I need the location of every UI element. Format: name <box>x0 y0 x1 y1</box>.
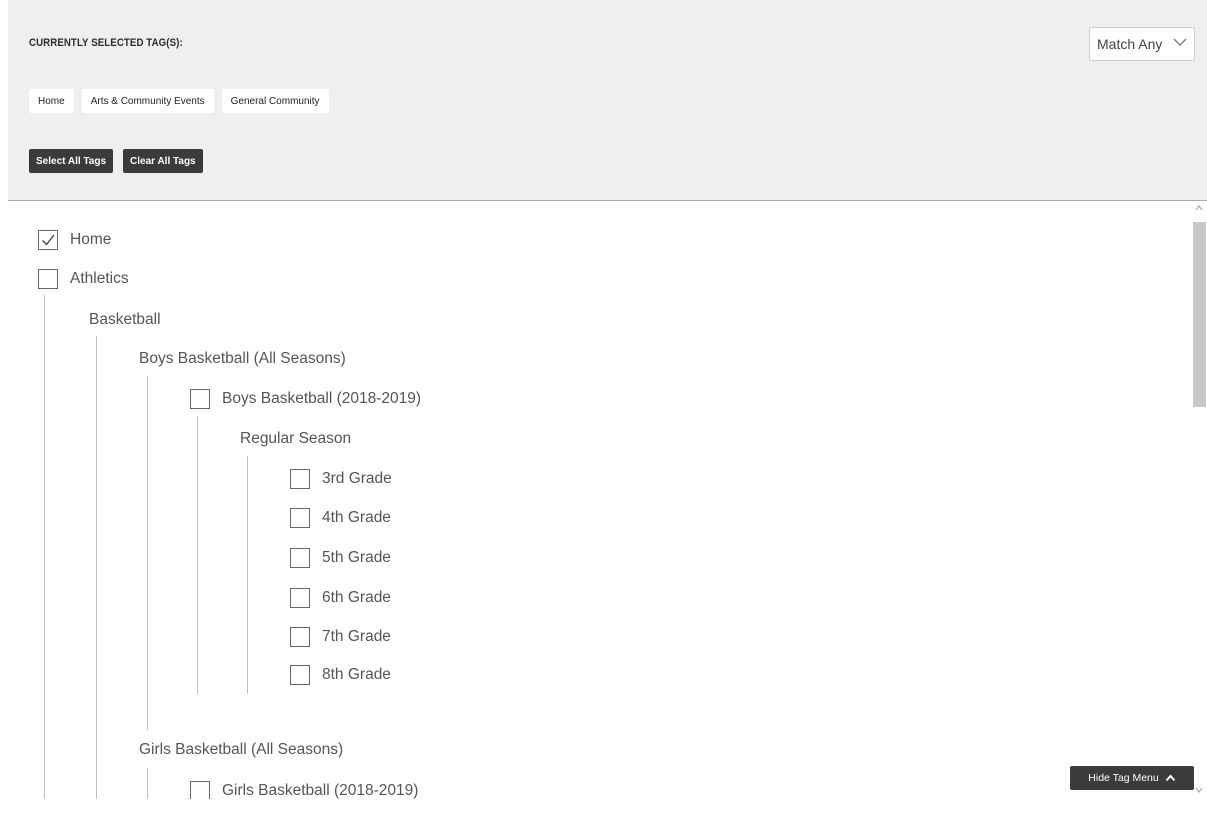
tree-item-label: Girls Basketball (2018-2019) <box>222 782 419 799</box>
checkmark-icon <box>42 234 55 246</box>
tree-item-girls-basketball-2018-2019[interactable]: Girls Basketball (2018-2019) <box>190 780 418 799</box>
tree-checkbox[interactable] <box>290 665 310 685</box>
tree-item-label: 4th Grade <box>322 509 391 526</box>
scrollbar-thumb[interactable] <box>1193 222 1206 407</box>
tree-item-regular-season: Regular Season <box>240 428 351 450</box>
tree-scrollbar[interactable] <box>1192 201 1207 799</box>
tree-checkbox[interactable] <box>38 230 58 250</box>
chevron-down-icon <box>1173 38 1187 46</box>
tree-item-label: Regular Season <box>240 430 352 447</box>
tree-item-label: 6th Grade <box>322 589 391 606</box>
tree-item-label: Girls Basketball (All Seasons) <box>139 741 344 758</box>
tree-item-home[interactable]: Home <box>38 229 111 251</box>
tree-checkbox[interactable] <box>290 508 310 528</box>
select-all-tags-button[interactable]: Select All Tags <box>29 149 114 173</box>
tree-item-label: 3rd Grade <box>322 470 392 487</box>
hide-tag-menu-button[interactable]: Hide Tag Menu <box>1070 766 1194 790</box>
tree-checkbox[interactable] <box>38 269 58 289</box>
tree-item-boys-basketball-all-seasons: Boys Basketball (All Seasons) <box>139 348 346 370</box>
tree-item-label: 5th Grade <box>322 549 391 566</box>
tree-checkbox[interactable] <box>190 781 210 799</box>
tree-item-label: 8th Grade <box>322 666 391 683</box>
tree-connector-line <box>247 456 248 694</box>
tree-item-athletics[interactable]: Athletics <box>38 268 129 290</box>
match-mode-select[interactable]: Match Any <box>1089 27 1195 61</box>
tree-connector-line <box>197 416 198 694</box>
tree-connector-line <box>147 768 148 799</box>
tree-checkbox[interactable] <box>290 548 310 568</box>
tree-item-7th-grade[interactable]: 7th Grade <box>290 626 391 648</box>
clear-all-tags-button[interactable]: Clear All Tags <box>123 149 203 173</box>
tree-checkbox[interactable] <box>290 469 310 489</box>
tree-connector-line <box>147 376 148 730</box>
tree-item-label: Boys Basketball (All Seasons) <box>139 350 346 367</box>
tree-item-label: 7th Grade <box>322 628 391 645</box>
selected-tags-panel: CURRENTLY SELECTED TAG(S): Match Any Hom… <box>8 0 1207 201</box>
tree-item-label: Athletics <box>70 270 129 287</box>
tree-item-basketball: Basketball <box>89 309 161 331</box>
tree-connector-line <box>96 336 97 799</box>
match-mode-value: Match Any <box>1097 36 1163 52</box>
tree-item-4th-grade[interactable]: 4th Grade <box>290 507 391 529</box>
tree-checkbox[interactable] <box>290 627 310 647</box>
tree-checkbox[interactable] <box>190 389 210 409</box>
selected-tag-chip[interactable]: General Community <box>221 89 329 113</box>
selected-tag-chip[interactable]: Home <box>29 89 74 113</box>
tree-item-girls-basketball-all-seasons: Girls Basketball (All Seasons) <box>139 739 343 761</box>
scroll-down-arrow-icon[interactable] <box>1194 786 1204 794</box>
tree-item-6th-grade[interactable]: 6th Grade <box>290 587 391 609</box>
tree-item-boys-basketball-2018-2019[interactable]: Boys Basketball (2018-2019) <box>190 388 421 410</box>
tag-tree: Home Athletics Basketball Boys Basketbal… <box>8 201 1190 799</box>
scroll-up-arrow-icon[interactable] <box>1194 204 1204 212</box>
tree-item-label: Boys Basketball (2018-2019) <box>222 390 422 407</box>
chevron-up-icon <box>1165 774 1175 782</box>
hide-tag-menu-label: Hide Tag Menu <box>1088 772 1159 784</box>
tree-item-3rd-grade[interactable]: 3rd Grade <box>290 468 392 490</box>
tree-item-label: Basketball <box>89 311 161 328</box>
tree-checkbox[interactable] <box>290 588 310 608</box>
selected-tag-chip[interactable]: Arts & Community Events <box>81 89 214 113</box>
tree-item-label: Home <box>70 231 112 248</box>
tree-connector-line <box>44 295 45 799</box>
tree-item-8th-grade[interactable]: 8th Grade <box>290 664 391 686</box>
tree-item-5th-grade[interactable]: 5th Grade <box>290 547 391 569</box>
tag-actions: Select All Tags Clear All Tags <box>29 149 203 173</box>
selected-tags-title: CURRENTLY SELECTED TAG(S): <box>29 37 183 49</box>
selected-tag-list: Home Arts & Community Events General Com… <box>29 89 329 113</box>
